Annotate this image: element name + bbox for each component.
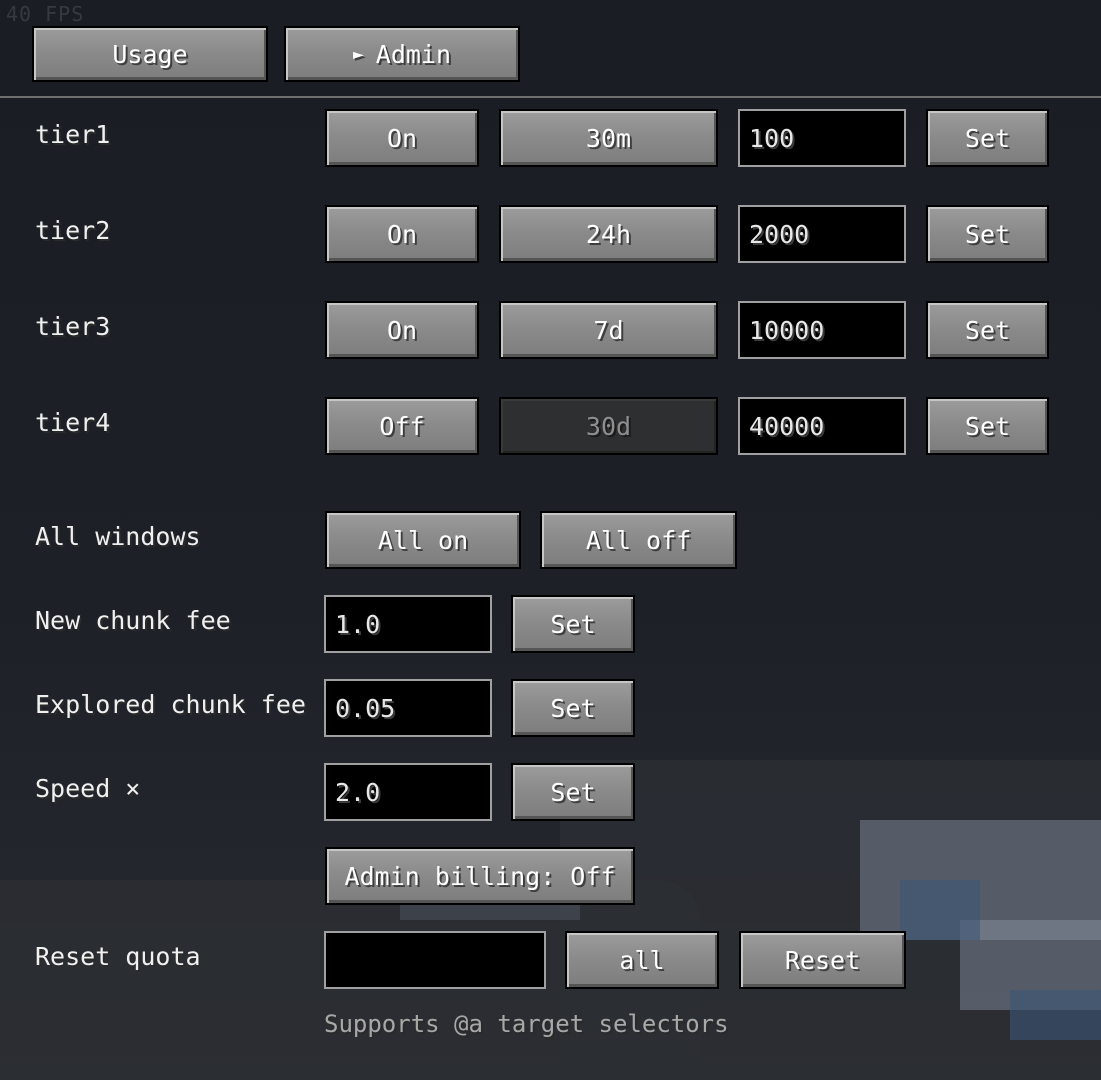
speed-input[interactable]: 2.0 xyxy=(324,763,492,821)
tier-set-button[interactable]: Set xyxy=(926,397,1049,455)
reset-quota-reset-button[interactable]: Reset xyxy=(739,931,906,989)
tab-admin[interactable]: ► Admin xyxy=(284,26,520,82)
tier-toggle-button[interactable]: On xyxy=(325,205,479,263)
tier-window-button: 30d xyxy=(499,397,718,455)
fps-counter: 40 FPS xyxy=(6,2,85,26)
tier-window-button[interactable]: 30m xyxy=(499,109,718,167)
tier-amount-input[interactable]: 100 xyxy=(738,109,906,167)
tier-toggle-button[interactable]: On xyxy=(325,109,479,167)
tier-set-button[interactable]: Set xyxy=(926,205,1049,263)
tier-name-label: tier3 xyxy=(35,312,111,341)
target-selector-hint: Supports @a target selectors xyxy=(324,1010,729,1038)
reset-quota-all-button[interactable]: all xyxy=(565,931,719,989)
admin-billing-toggle[interactable]: Admin billing: Off xyxy=(325,847,635,905)
reset-quota-input[interactable] xyxy=(324,931,546,989)
all-on-button[interactable]: All on xyxy=(325,511,521,569)
new-chunk-fee-input[interactable]: 1.0 xyxy=(324,595,492,653)
new-chunk-fee-set-button[interactable]: Set xyxy=(511,595,635,653)
explored-chunk-fee-input[interactable]: 0.05 xyxy=(324,679,492,737)
tab-usage[interactable]: Usage xyxy=(32,26,268,82)
tier-toggle-button[interactable]: Off xyxy=(325,397,479,455)
tier-set-button[interactable]: Set xyxy=(926,109,1049,167)
tab-usage-label: Usage xyxy=(112,39,188,69)
tier-toggle-button[interactable]: On xyxy=(325,301,479,359)
explored-chunk-fee-label: Explored chunk fee xyxy=(35,690,306,719)
tier-name-label: tier2 xyxy=(35,216,111,245)
tier-name-label: tier4 xyxy=(35,408,111,437)
all-windows-label: All windows xyxy=(35,522,201,551)
speed-set-button[interactable]: Set xyxy=(511,763,635,821)
tier-name-label: tier1 xyxy=(35,120,111,149)
tier-set-button[interactable]: Set xyxy=(926,301,1049,359)
tier-window-button[interactable]: 24h xyxy=(499,205,718,263)
tier-amount-input[interactable]: 10000 xyxy=(738,301,906,359)
speed-label: Speed × xyxy=(35,774,141,803)
tier-window-button[interactable]: 7d xyxy=(499,301,718,359)
reset-quota-label: Reset quota xyxy=(35,942,201,971)
tab-divider xyxy=(0,96,1101,98)
new-chunk-fee-label: New chunk fee xyxy=(35,606,231,635)
explored-chunk-fee-set-button[interactable]: Set xyxy=(511,679,635,737)
tier-amount-input[interactable]: 40000 xyxy=(738,397,906,455)
play-arrow-icon: ► xyxy=(352,43,364,65)
all-off-button[interactable]: All off xyxy=(540,511,737,569)
tab-admin-label: Admin xyxy=(375,39,452,69)
tier-amount-input[interactable]: 2000 xyxy=(738,205,906,263)
